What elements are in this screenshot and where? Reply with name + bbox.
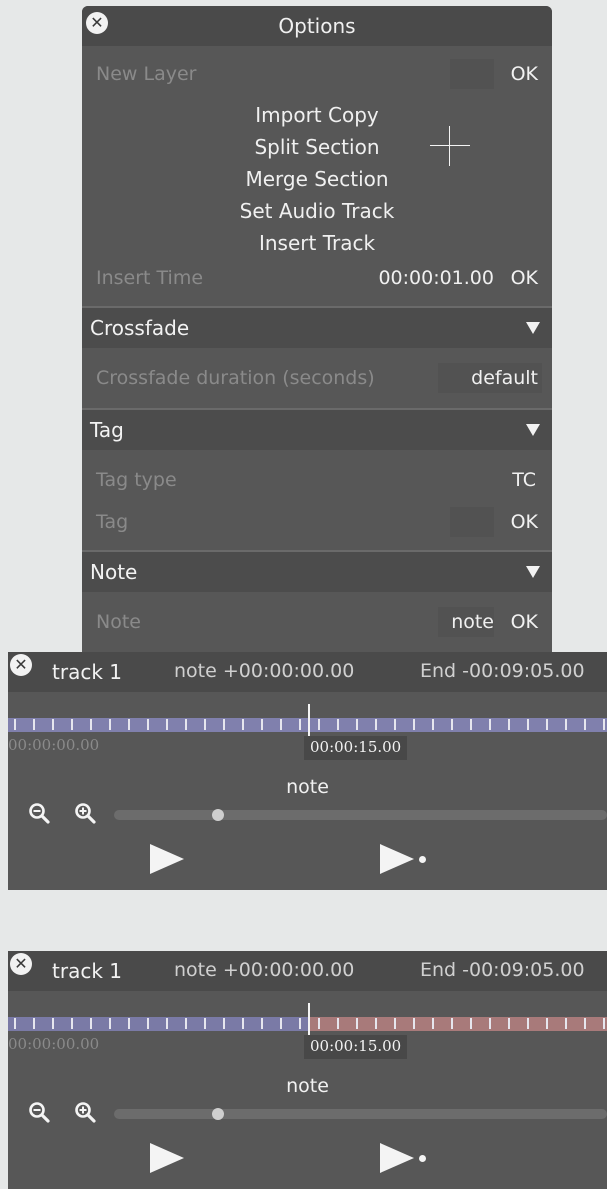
zoom-slider[interactable] — [114, 810, 607, 820]
options-panel: ✕ Options New Layer OK Import Copy Split… — [82, 6, 552, 654]
track-end-time: End -00:09:05.00 — [420, 660, 585, 682]
triangle-down-icon[interactable] — [526, 322, 540, 334]
tag-type-row: Tag type TC — [82, 464, 552, 496]
note-section-header[interactable]: Note — [82, 550, 552, 592]
close-icon[interactable]: ✕ — [10, 953, 32, 975]
play-note-dot — [419, 856, 426, 863]
zoom-out-icon[interactable] — [28, 802, 52, 826]
track-note-offset: note +00:00:00.00 — [174, 959, 355, 981]
new-layer-ok-button[interactable]: OK — [511, 63, 538, 85]
crosshair-cursor-icon — [430, 126, 470, 166]
tag-type-label: Tag type — [96, 469, 177, 491]
note-row: Note note OK — [82, 606, 552, 638]
close-icon[interactable]: ✕ — [86, 12, 108, 34]
zoom-in-icon[interactable] — [74, 1101, 98, 1125]
zoom-slider-knob[interactable] — [212, 1108, 224, 1120]
track-end-time: End -00:09:05.00 — [420, 959, 585, 981]
insert-time-input[interactable]: 00:00:01.00 — [378, 267, 494, 289]
crossfade-heading: Crossfade — [90, 316, 190, 340]
options-header: ✕ Options — [82, 6, 552, 46]
track-name: track 1 — [52, 959, 122, 983]
track-name: track 1 — [52, 660, 122, 684]
insert-time-row: Insert Time 00:00:01.00 OK — [82, 262, 552, 294]
new-layer-input[interactable] — [450, 59, 494, 89]
zoom-in-icon[interactable] — [74, 802, 98, 826]
tag-input[interactable] — [450, 507, 494, 537]
play-note-dot — [419, 1155, 426, 1162]
new-layer-row: New Layer OK — [82, 58, 552, 90]
new-layer-label: New Layer — [96, 63, 197, 85]
tag-row: Tag OK — [82, 506, 552, 538]
zoom-slider[interactable] — [114, 1109, 607, 1119]
menu-split-section[interactable]: Split Section — [82, 132, 552, 162]
playhead-time: 00:00:15.00 — [304, 736, 408, 760]
play-icon[interactable] — [150, 1143, 184, 1173]
track-header: ✕ track 1 note +00:00:00.00 End -00:09:0… — [8, 652, 607, 692]
zoom-slider-knob[interactable] — [212, 809, 224, 821]
zoom-out-icon[interactable] — [28, 1101, 52, 1125]
note-heading: Note — [90, 560, 138, 584]
note-label: Note — [96, 611, 141, 633]
track-panel-1: ✕ track 1 note +00:00:00.00 End -00:09:0… — [8, 652, 607, 890]
playhead[interactable] — [308, 704, 310, 736]
insert-time-label: Insert Time — [96, 267, 204, 289]
close-icon[interactable]: ✕ — [10, 654, 32, 676]
tag-heading: Tag — [90, 418, 124, 442]
menu-merge-section[interactable]: Merge Section — [82, 164, 552, 194]
menu-insert-track[interactable]: Insert Track — [82, 228, 552, 258]
track-label: note — [286, 1075, 329, 1097]
tag-ok-button[interactable]: OK — [511, 511, 538, 533]
track-note-offset: note +00:00:00.00 — [174, 660, 355, 682]
track-panel-2: ✕ track 1 note +00:00:00.00 End -00:09:0… — [8, 951, 607, 1189]
tag-label: Tag — [96, 511, 129, 533]
menu-set-audio-track[interactable]: Set Audio Track — [82, 196, 552, 226]
tag-section-header[interactable]: Tag — [82, 408, 552, 450]
start-time: 00:00:00.00 — [8, 736, 100, 754]
crossfade-duration-input[interactable]: default — [471, 367, 538, 389]
play-note-icon[interactable] — [380, 844, 414, 874]
tag-type-select[interactable]: TC — [512, 469, 536, 491]
start-time: 00:00:00.00 — [8, 1035, 100, 1053]
note-input[interactable]: note — [451, 611, 494, 633]
crossfade-duration-row: Crossfade duration (seconds) default — [82, 362, 552, 394]
menu-import-copy[interactable]: Import Copy — [82, 100, 552, 130]
triangle-down-icon[interactable] — [526, 566, 540, 578]
track-label: note — [286, 776, 329, 798]
crossfade-duration-label: Crossfade duration (seconds) — [96, 367, 375, 389]
insert-time-ok-button[interactable]: OK — [511, 267, 538, 289]
triangle-down-icon[interactable] — [526, 424, 540, 436]
timeline-bar[interactable] — [8, 704, 607, 736]
timeline-bar[interactable] — [8, 1003, 607, 1035]
play-note-icon[interactable] — [380, 1143, 414, 1173]
crossfade-section-header[interactable]: Crossfade — [82, 306, 552, 348]
playhead[interactable] — [308, 1003, 310, 1035]
play-icon[interactable] — [150, 844, 184, 874]
playhead-time: 00:00:15.00 — [304, 1035, 408, 1059]
track-header: ✕ track 1 note +00:00:00.00 End -00:09:0… — [8, 951, 607, 991]
options-title: Options — [278, 14, 356, 38]
note-ok-button[interactable]: OK — [511, 611, 538, 633]
